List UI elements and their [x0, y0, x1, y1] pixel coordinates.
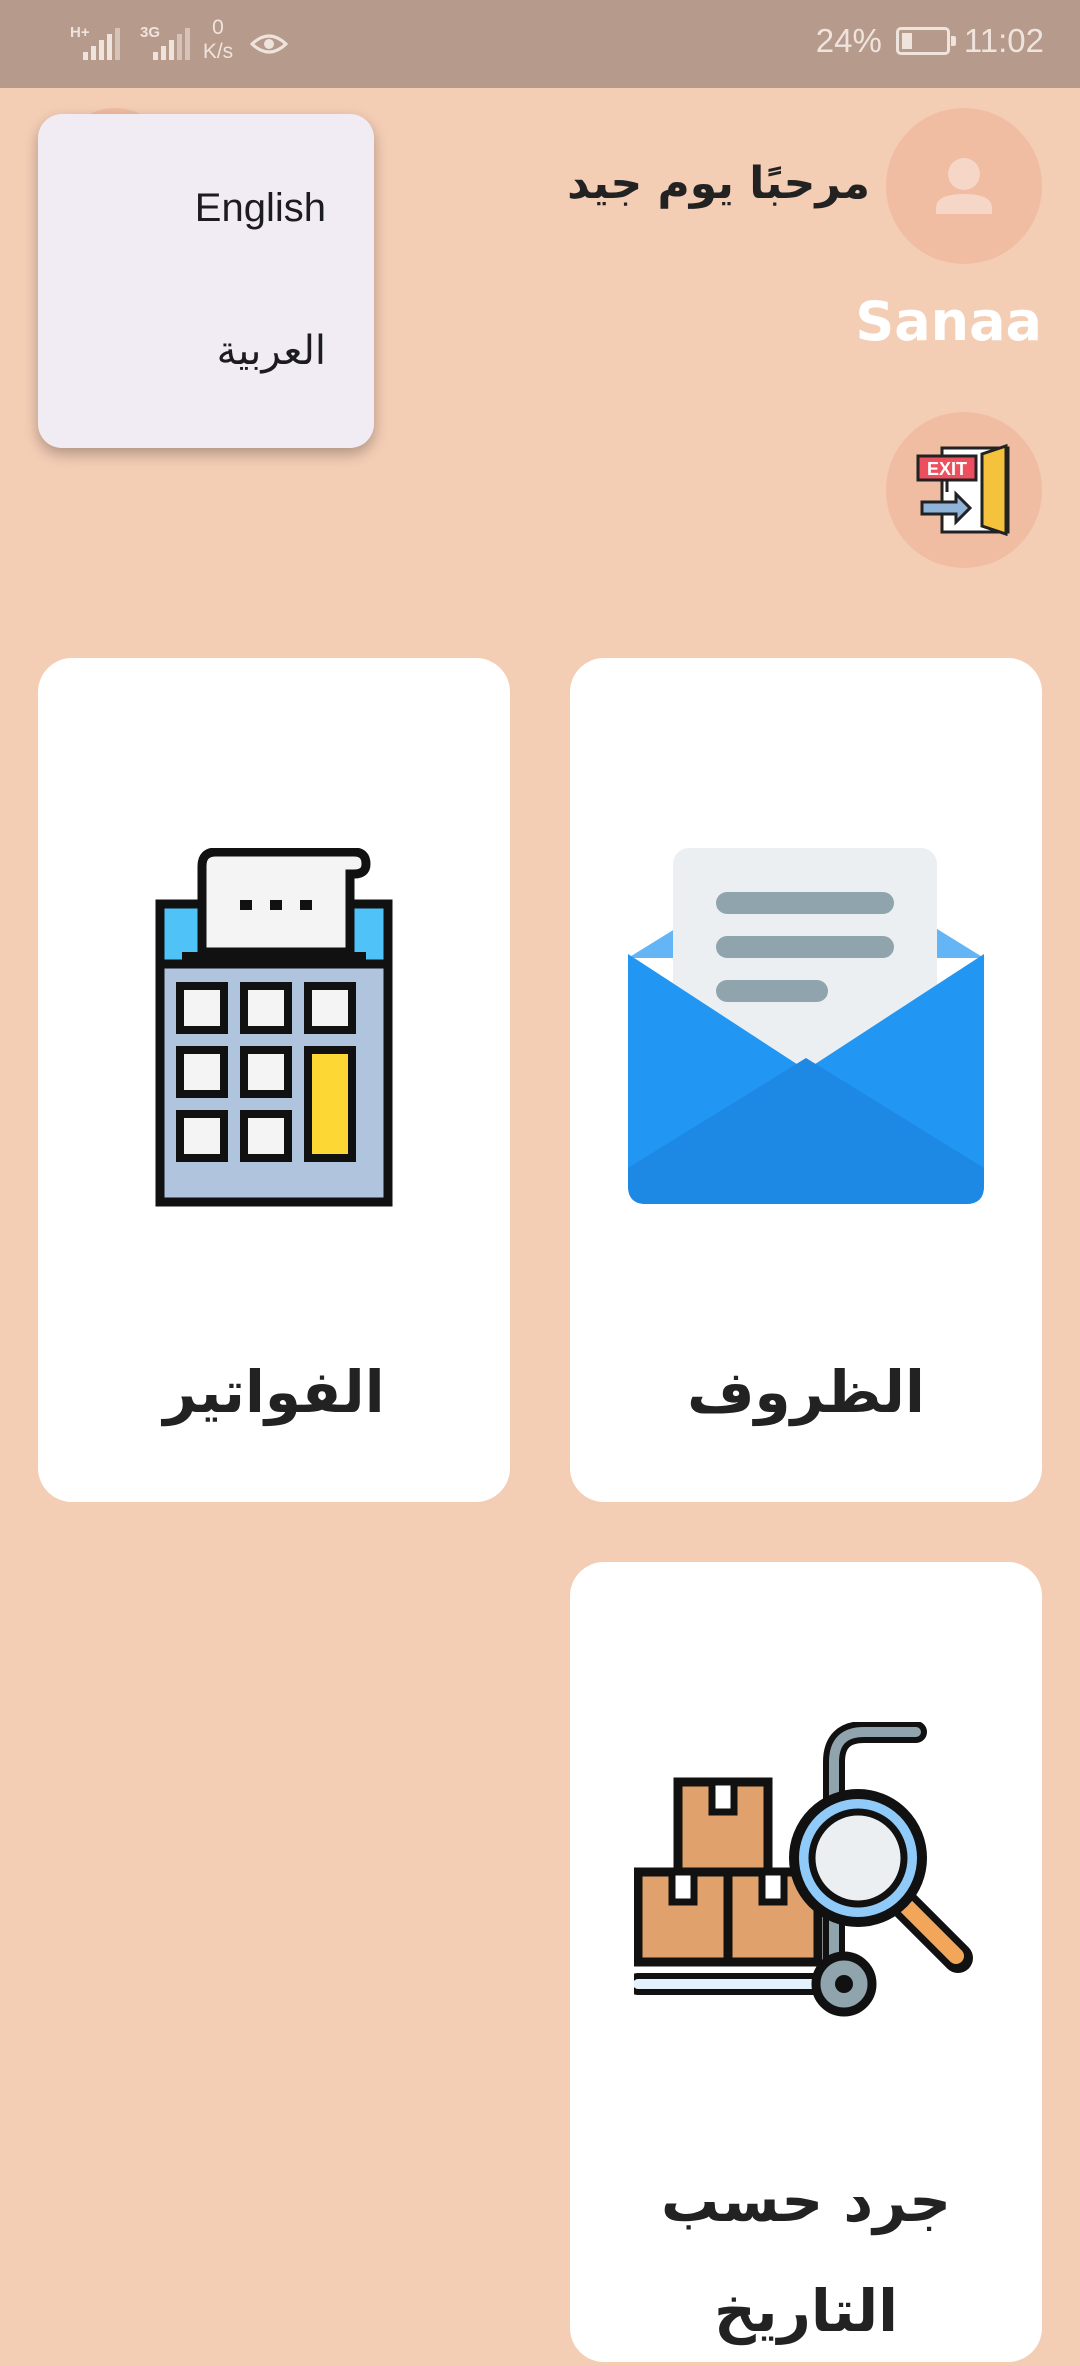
speed-unit: K/s — [202, 40, 234, 63]
exit-door-icon: EXIT — [916, 443, 1010, 537]
calculator-icon — [155, 848, 393, 1207]
person-icon — [936, 158, 992, 214]
inventory-search-icon — [634, 1722, 973, 2017]
invoices-card[interactable]: الفواتير — [38, 658, 510, 1502]
svg-text:EXIT: EXIT — [927, 459, 967, 479]
signal-icon-3g: 3G — [138, 20, 190, 64]
envelopes-card[interactable]: الظروف — [570, 658, 1042, 1502]
envelopes-label: الظروف — [687, 1358, 925, 1426]
clock: 11:02 — [963, 22, 1044, 59]
network-speed: 0 K/s — [196, 16, 240, 64]
speed-value: 0 — [212, 16, 224, 39]
eye-comfort-icon — [250, 34, 288, 54]
signal-indicators: H+ 3G — [68, 20, 190, 64]
language-option-arabic[interactable]: العربية — [217, 328, 326, 374]
username: Sanaa — [855, 290, 1042, 353]
greeting-text: مرحبًا يوم جيد — [567, 158, 870, 209]
avatar[interactable] — [886, 108, 1042, 264]
status-bar: H+ 3G 0 K/s 24% 11:02 — [0, 0, 1080, 88]
invoices-label: الفواتير — [163, 1358, 385, 1426]
battery-percent: 24% — [815, 22, 882, 59]
battery-icon — [895, 27, 956, 55]
exit-button[interactable]: EXIT — [886, 412, 1042, 568]
language-option-english[interactable]: English — [195, 186, 326, 231]
inventory-by-date-label: جرد حسب التاريخ — [660, 2167, 952, 2345]
inventory-by-date-card[interactable]: جرد حسب التاريخ — [570, 1562, 1042, 2362]
envelope-icon — [628, 848, 984, 1204]
signal-icon-hplus: H+ — [68, 20, 120, 64]
language-menu: English العربية — [38, 114, 374, 448]
